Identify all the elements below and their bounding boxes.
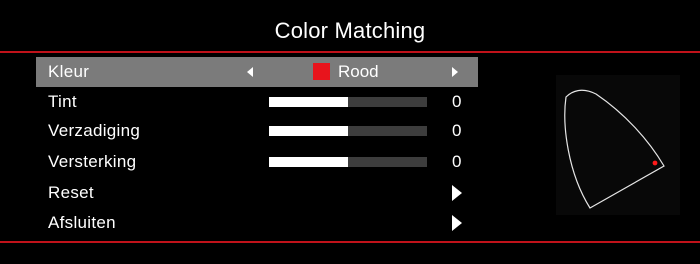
versterking-label: Versterking [48,152,137,171]
afsluiten-label: Afsluiten [48,213,116,232]
chromaticity-diagram [556,75,680,215]
gamut-outline [564,89,665,209]
menu-title: Color Matching [274,17,426,43]
menu-item-afsluiten[interactable]: Afsluiten [36,208,478,238]
menu-item-kleur[interactable]: Kleur Rood [36,57,478,87]
versterking-slider-fill [269,157,348,167]
previous-arrow-icon[interactable] [247,67,253,77]
versterking-slider[interactable] [269,157,427,167]
reset-label: Reset [48,183,94,202]
tint-slider-fill [269,97,348,107]
color-matching-osd: Color Matching Kleur Rood Tint 0 Verzadi… [0,0,700,264]
verzadiging-slider[interactable] [269,126,427,136]
tint-label: Tint [48,92,77,111]
enter-arrow-icon[interactable] [452,185,462,201]
menu-item-reset[interactable]: Reset [36,178,478,208]
menu-item-tint[interactable]: Tint 0 [36,87,478,117]
enter-arrow-icon[interactable] [452,215,462,231]
title-divider [0,51,700,53]
verzadiging-slider-fill [269,126,348,136]
kleur-label: Kleur [48,62,90,81]
kleur-value: Rood [338,62,379,81]
verzadiging-value: 0 [452,121,462,140]
versterking-value: 0 [452,152,462,171]
next-arrow-icon[interactable] [452,67,458,77]
bottom-divider [0,241,700,243]
color-swatch [313,63,330,80]
verzadiging-label: Verzadiging [48,121,141,140]
tint-slider[interactable] [269,97,427,107]
menu-item-versterking[interactable]: Versterking 0 [36,147,478,177]
menu-item-verzadiging[interactable]: Verzadiging 0 [36,116,478,146]
tint-value: 0 [452,92,462,111]
color-point-icon [652,160,658,166]
